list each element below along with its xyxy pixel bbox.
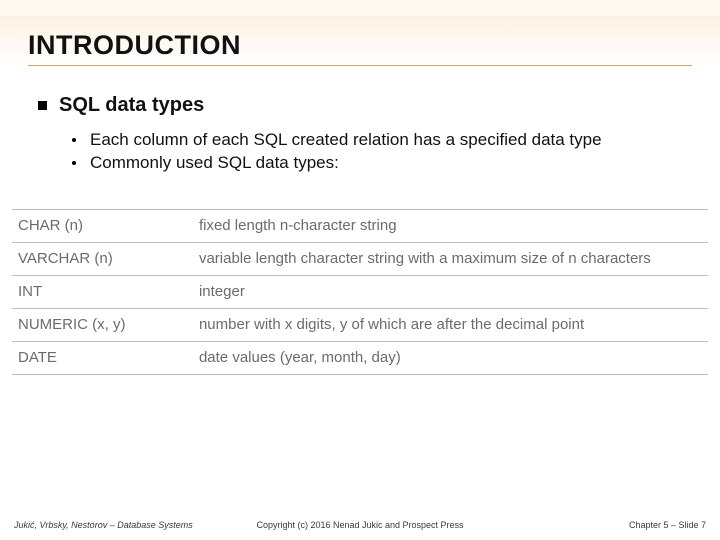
list-item: Each column of each SQL created relation… bbox=[72, 129, 692, 152]
table-row: DATE date values (year, month, day) bbox=[12, 341, 708, 374]
dot-bullet-icon bbox=[72, 138, 76, 142]
footer-authors: Jukić, Vrbsky, Nestorov – Database Syste… bbox=[14, 520, 245, 530]
footer-copyright: Copyright (c) 2016 Nenad Jukic and Prosp… bbox=[245, 520, 476, 530]
datatype-table: CHAR (n) fixed length n-character string… bbox=[12, 209, 708, 375]
datatype-description: integer bbox=[193, 275, 708, 308]
square-bullet-icon bbox=[38, 101, 47, 110]
datatype-name: CHAR (n) bbox=[12, 209, 193, 242]
subbullet-group: Each column of each SQL created relation… bbox=[38, 129, 692, 175]
heading-item: SQL data types bbox=[38, 94, 692, 117]
datatype-table-wrap: CHAR (n) fixed length n-character string… bbox=[0, 209, 720, 375]
page-title: INTRODUCTION bbox=[28, 30, 692, 66]
datatype-description: fixed length n-character string bbox=[193, 209, 708, 242]
dot-bullet-icon bbox=[72, 161, 76, 165]
datatype-name: DATE bbox=[12, 341, 193, 374]
table-row: NUMERIC (x, y) number with x digits, y o… bbox=[12, 308, 708, 341]
footer-pagenum: Chapter 5 – Slide 7 bbox=[475, 520, 706, 530]
datatype-name: INT bbox=[12, 275, 193, 308]
datatype-name: NUMERIC (x, y) bbox=[12, 308, 193, 341]
list-item-text: Commonly used SQL data types: bbox=[90, 152, 339, 175]
list-item-text: Each column of each SQL created relation… bbox=[90, 129, 602, 152]
table-row: INT integer bbox=[12, 275, 708, 308]
heading-text: SQL data types bbox=[59, 94, 204, 117]
datatype-description: variable length character string with a … bbox=[193, 242, 708, 275]
datatype-description: date values (year, month, day) bbox=[193, 341, 708, 374]
slide: INTRODUCTION SQL data types Each column … bbox=[0, 0, 720, 540]
table-row: VARCHAR (n) variable length character st… bbox=[12, 242, 708, 275]
datatype-description: number with x digits, y of which are aft… bbox=[193, 308, 708, 341]
footer: Jukić, Vrbsky, Nestorov – Database Syste… bbox=[0, 520, 720, 530]
table-row: CHAR (n) fixed length n-character string bbox=[12, 209, 708, 242]
content-body: SQL data types Each column of each SQL c… bbox=[28, 94, 692, 175]
datatype-name: VARCHAR (n) bbox=[12, 242, 193, 275]
list-item: Commonly used SQL data types: bbox=[72, 152, 692, 175]
